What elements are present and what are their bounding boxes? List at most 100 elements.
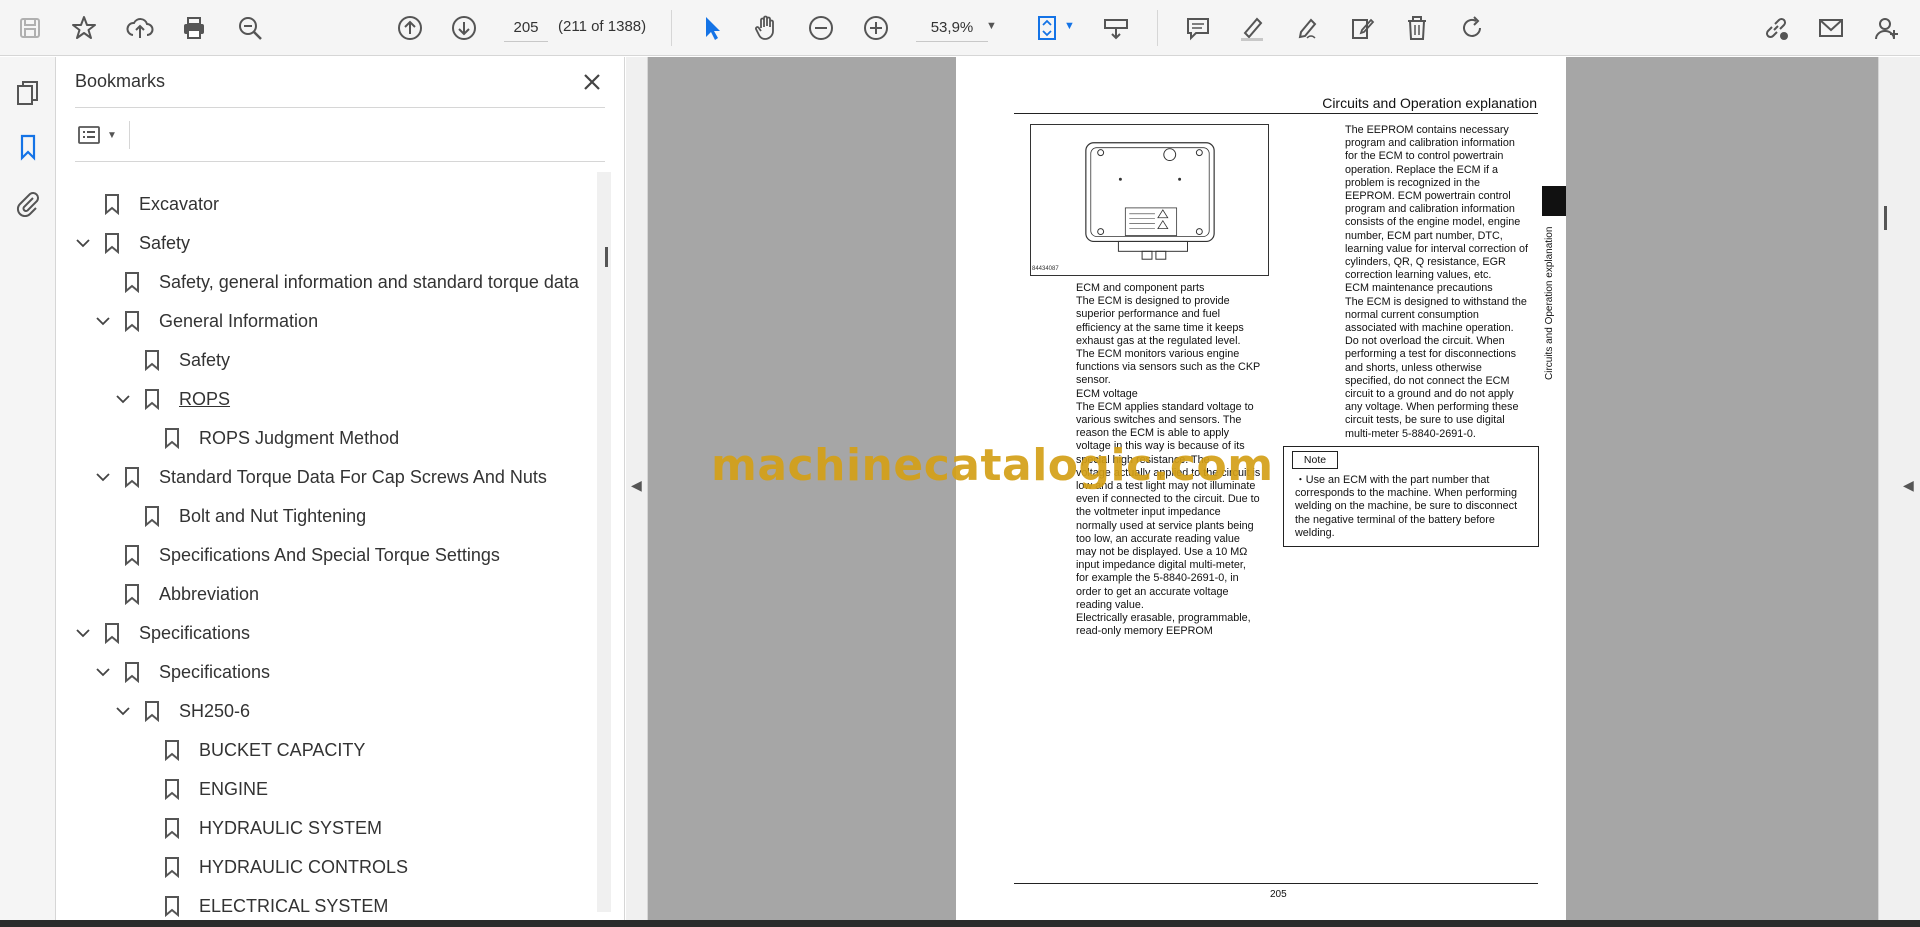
header-rule bbox=[1014, 113, 1538, 114]
bookmark-icon bbox=[141, 349, 163, 371]
bookmark-label: Safety bbox=[179, 349, 231, 370]
save-icon[interactable] bbox=[12, 10, 48, 46]
chevron-down-icon[interactable] bbox=[115, 391, 131, 407]
bookmark-item[interactable]: General Information bbox=[95, 304, 318, 338]
text-line: the negative terminal of the battery bef… bbox=[1295, 513, 1495, 526]
toolbar-divider bbox=[1157, 10, 1158, 46]
previous-page-icon[interactable] bbox=[392, 10, 428, 46]
zoom-dropdown-icon[interactable]: ▼ bbox=[986, 20, 997, 32]
add-user-icon[interactable] bbox=[1868, 10, 1904, 46]
star-icon[interactable] bbox=[66, 10, 102, 46]
document-scrollbar-thumb[interactable] bbox=[1884, 206, 1887, 230]
text-line: corresponds to the machine. When perform… bbox=[1295, 487, 1518, 500]
text-line: various switches and sensors. The bbox=[1076, 414, 1242, 427]
email-icon[interactable] bbox=[1813, 10, 1849, 46]
bookmark-item[interactable]: Safety bbox=[115, 343, 230, 377]
fit-page-dropdown-icon[interactable]: ▼ bbox=[1064, 20, 1075, 32]
bookmark-item[interactable]: HYDRAULIC CONTROLS bbox=[135, 850, 408, 884]
text-line: multi-meter 5-8840-2691-0. bbox=[1345, 427, 1476, 440]
bookmark-item[interactable]: Abbreviation bbox=[95, 577, 259, 611]
bookmark-item[interactable]: ELECTRICAL SYSTEM bbox=[135, 889, 388, 917]
attachments-paperclip-icon[interactable] bbox=[10, 185, 46, 221]
zoom-in-icon[interactable] bbox=[858, 10, 894, 46]
bookmark-icon bbox=[141, 505, 163, 527]
bookmark-item[interactable]: Excavator bbox=[75, 187, 219, 221]
bookmark-item[interactable]: SH250-6 bbox=[115, 694, 250, 728]
bookmark-item[interactable]: Safety bbox=[75, 226, 190, 260]
bookmark-icon bbox=[141, 700, 163, 722]
bookmark-item[interactable]: Standard Torque Data For Cap Screws And … bbox=[95, 460, 547, 494]
bookmark-label: Safety, general information and standard… bbox=[159, 271, 579, 292]
bookmark-icon bbox=[121, 583, 143, 605]
figure-code: 84434087 bbox=[1032, 266, 1059, 272]
edit-document-icon[interactable] bbox=[1344, 10, 1380, 46]
chevron-down-icon[interactable] bbox=[75, 235, 91, 251]
share-link-icon[interactable] bbox=[1758, 10, 1794, 46]
bookmark-label: ROPS bbox=[179, 388, 231, 409]
text-line: for example the 5-8840-2691-0, in bbox=[1076, 572, 1239, 585]
text-column-2: The EEPROM contains necessary program and… bbox=[1345, 124, 1545, 441]
close-panel-icon[interactable] bbox=[577, 67, 607, 97]
bookmark-item[interactable]: BUCKET CAPACITY bbox=[135, 733, 365, 767]
chevron-down-icon[interactable] bbox=[95, 664, 111, 680]
comment-icon[interactable] bbox=[1180, 10, 1216, 46]
panel-divider bbox=[75, 107, 605, 108]
ecm-illustration bbox=[1085, 142, 1215, 260]
select-cursor-icon[interactable] bbox=[694, 10, 730, 46]
bookmark-icon bbox=[121, 271, 143, 293]
draw-pen-icon[interactable] bbox=[1289, 10, 1325, 46]
chevron-down-icon[interactable] bbox=[95, 313, 111, 329]
bookmark-item[interactable]: Specifications And Special Torque Settin… bbox=[95, 538, 500, 572]
bookmark-scrollbar[interactable] bbox=[597, 172, 611, 912]
highlight-pen-icon[interactable] bbox=[1234, 10, 1270, 46]
bookmark-item[interactable]: Specifications bbox=[75, 616, 250, 650]
bookmark-item[interactable]: ROPS bbox=[115, 382, 230, 416]
bookmark-item[interactable]: Safety, general information and standard… bbox=[95, 265, 579, 299]
hand-tool-icon[interactable] bbox=[748, 10, 784, 46]
text-line: The EEPROM contains necessary bbox=[1345, 124, 1509, 136]
text-line: performing a test for disconnections bbox=[1345, 348, 1517, 361]
bookmark-panel-icon[interactable] bbox=[10, 129, 46, 165]
bookmark-options-button[interactable]: ▼ bbox=[75, 119, 125, 151]
print-icon[interactable] bbox=[176, 10, 212, 46]
page-number-input[interactable] bbox=[504, 14, 548, 42]
redo-rotate-icon[interactable] bbox=[1454, 10, 1490, 46]
bookmark-item[interactable]: Specifications bbox=[95, 655, 270, 689]
next-page-icon[interactable] bbox=[446, 10, 482, 46]
fit-page-icon[interactable] bbox=[1030, 10, 1066, 46]
bookmark-scrollbar-thumb[interactable] bbox=[605, 247, 608, 267]
chevron-down-icon[interactable] bbox=[95, 469, 111, 485]
bookmarks-title: Bookmarks bbox=[75, 71, 166, 91]
bookmark-item[interactable]: ROPS Judgment Method bbox=[135, 421, 399, 455]
delete-trash-icon[interactable] bbox=[1399, 10, 1435, 46]
expand-right-panel-icon[interactable]: ◀ bbox=[1903, 477, 1914, 494]
bookmark-item[interactable]: ENGINE bbox=[135, 772, 268, 806]
bookmark-icon bbox=[121, 466, 143, 488]
left-collapse-strip[interactable]: ◀ bbox=[626, 57, 648, 920]
bookmark-icon bbox=[121, 310, 143, 332]
zoom-level-input[interactable] bbox=[916, 14, 988, 42]
zoom-out-icon[interactable] bbox=[803, 10, 839, 46]
bookmark-label: Safety bbox=[139, 232, 191, 253]
bookmark-item[interactable]: Bolt and Nut Tightening bbox=[115, 499, 366, 533]
bookmark-label: HYDRAULIC CONTROLS bbox=[199, 856, 409, 877]
list-options-icon bbox=[78, 126, 100, 144]
bookmark-icon bbox=[161, 739, 183, 761]
watermark-text: machinecatalogic.com bbox=[711, 440, 1274, 491]
zoom-search-icon[interactable] bbox=[232, 10, 268, 46]
collapse-left-icon[interactable]: ◀ bbox=[631, 477, 642, 494]
text-line: the voltmeter input impedance bbox=[1076, 506, 1221, 519]
text-line: cylinders, QR, Q resistance, EGR bbox=[1345, 256, 1506, 269]
right-collapse-strip[interactable]: ◀ bbox=[1878, 57, 1920, 920]
chevron-down-icon[interactable] bbox=[115, 703, 131, 719]
chevron-down-icon[interactable] bbox=[75, 625, 91, 641]
upload-cloud-icon[interactable] bbox=[122, 10, 158, 46]
scrolling-mode-icon[interactable] bbox=[1098, 10, 1134, 46]
bookmark-item[interactable]: HYDRAULIC SYSTEM bbox=[135, 811, 382, 845]
page-thumbnails-icon[interactable] bbox=[10, 75, 46, 111]
text-line: Do not overload the circuit. When bbox=[1345, 335, 1505, 348]
